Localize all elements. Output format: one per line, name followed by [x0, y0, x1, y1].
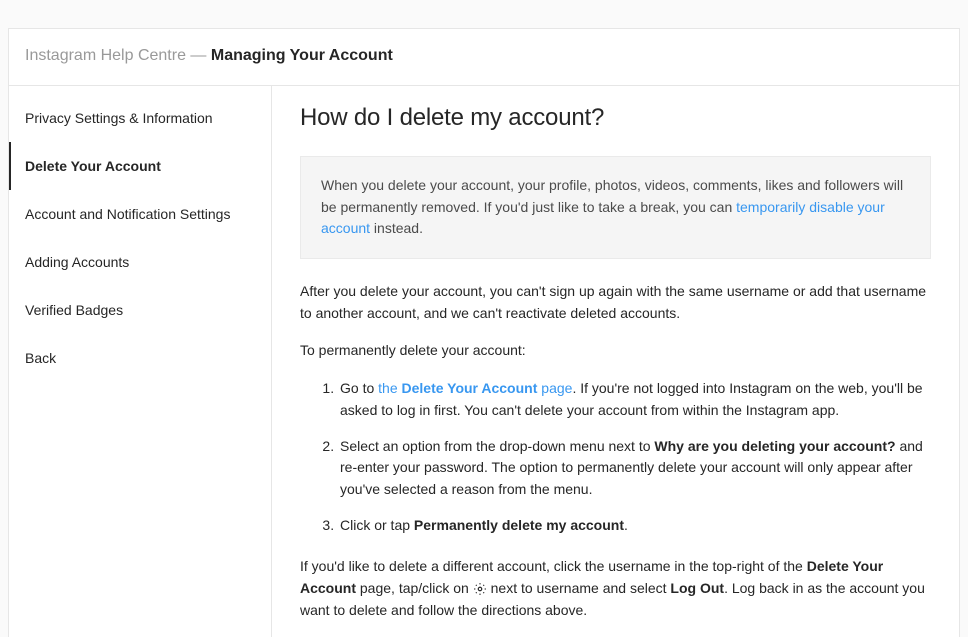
- step-text: Go to: [340, 380, 378, 396]
- paragraph-1: After you delete your account, you can't…: [300, 281, 931, 324]
- step-1: Go to the Delete Your Account page. If y…: [338, 378, 931, 421]
- footer-text: next to username and select: [487, 580, 671, 596]
- step-bold: Permanently delete my account: [414, 517, 624, 533]
- step-bold: Why are you deleting your account?: [654, 438, 895, 454]
- footer-text: If you'd like to delete a different acco…: [300, 558, 807, 574]
- sidebar-item-adding-accounts[interactable]: Adding Accounts: [9, 238, 271, 286]
- step-2: Select an option from the drop-down menu…: [338, 436, 931, 501]
- gear-icon: [473, 581, 487, 595]
- sidebar-item-label: Adding Accounts: [25, 254, 129, 270]
- sidebar-item-back[interactable]: Back: [9, 334, 271, 382]
- sidebar-item-label: Verified Badges: [25, 302, 123, 318]
- sidebar-item-account-notification[interactable]: Account and Notification Settings: [9, 190, 271, 238]
- step-text: Select an option from the drop-down menu…: [340, 438, 654, 454]
- footer-paragraph: If you'd like to delete a different acco…: [300, 556, 931, 621]
- breadcrumb: Instagram Help Centre — Managing Your Ac…: [9, 29, 959, 86]
- sidebar: Privacy Settings & Information Delete Yo…: [9, 86, 272, 637]
- step-text: .: [624, 517, 628, 533]
- callout-box: When you delete your account, your profi…: [300, 156, 931, 259]
- callout-text-post: instead.: [370, 220, 423, 236]
- sidebar-item-label: Back: [25, 350, 56, 366]
- breadcrumb-current: Managing Your Account: [211, 47, 393, 64]
- sidebar-item-privacy-settings[interactable]: Privacy Settings & Information: [9, 94, 271, 142]
- sidebar-item-delete-account[interactable]: Delete Your Account: [9, 142, 271, 190]
- footer-bold: Log Out: [670, 580, 724, 596]
- step-text: Click or tap: [340, 517, 414, 533]
- delete-account-page-link[interactable]: the Delete Your Account page: [378, 380, 572, 396]
- breadcrumb-prefix: Instagram Help Centre —: [25, 47, 211, 64]
- paragraph-2: To permanently delete your account:: [300, 340, 931, 362]
- sidebar-item-label: Privacy Settings & Information: [25, 110, 213, 126]
- page-title: How do I delete my account?: [300, 104, 931, 132]
- steps-list: Go to the Delete Your Account page. If y…: [300, 378, 931, 536]
- footer-text: page, tap/click on: [356, 580, 473, 596]
- main-content: How do I delete my account? When you del…: [272, 86, 959, 637]
- sidebar-item-verified-badges[interactable]: Verified Badges: [9, 286, 271, 334]
- sidebar-item-label: Account and Notification Settings: [25, 206, 230, 222]
- sidebar-item-label: Delete Your Account: [25, 158, 161, 174]
